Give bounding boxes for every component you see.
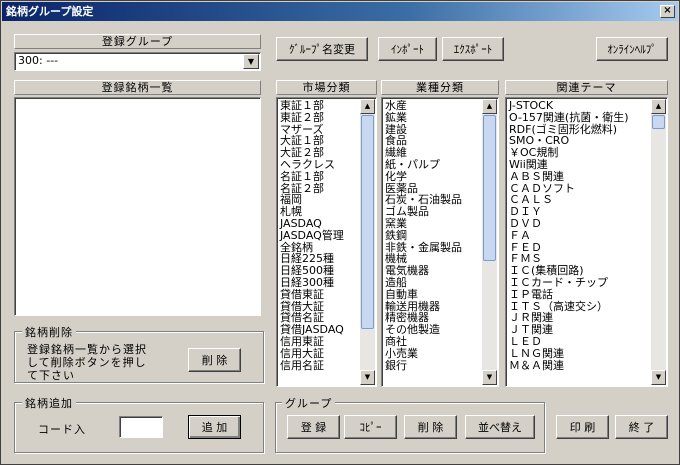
theme-list-item[interactable]: ＦＡ (508, 229, 651, 242)
market-list-item[interactable]: JASDAQ管理 (279, 229, 360, 242)
industry-list-item[interactable]: 紙・パルプ (384, 159, 482, 171)
code-input-label: コード入 (38, 423, 86, 436)
market-list[interactable]: 東証１部 東証２部 マザーズ 大証１部 大証２部 ヘラクレス 名証１部 名証２部 福岡 札幌 JAS… (276, 97, 377, 387)
online-help-button[interactable]: ｵﾝﾗｲﾝﾍﾙﾌﾟ (596, 37, 668, 61)
group-select[interactable]: 300: --- ▼ (14, 52, 261, 71)
close-button[interactable]: × (660, 5, 675, 18)
scroll-thumb[interactable] (361, 115, 374, 329)
market-header: 市場分類 (276, 80, 377, 95)
scroll-up-icon[interactable]: ▲ (651, 99, 666, 114)
market-list-item[interactable]: JASDAQ (279, 218, 360, 230)
market-list-item[interactable]: 信用東証 (279, 336, 360, 348)
registered-stock-list[interactable] (14, 97, 261, 316)
import-button[interactable]: ｲﾝﾎﾟｰﾄ (378, 37, 437, 61)
market-list-item[interactable]: ヘラクレス (279, 159, 360, 171)
group-select-value: 300: --- (18, 54, 59, 67)
theme-list-item[interactable]: O-157関連(抗菌・衛生) (508, 111, 651, 124)
theme-list-item[interactable]: Wii関連 (508, 159, 651, 171)
market-list-items: 東証１部 東証２部 マザーズ 大証１部 大証２部 ヘラクレス 名証１部 名証２部 福岡 札幌 JAS… (279, 100, 360, 384)
scroll-up-icon[interactable]: ▲ (360, 99, 375, 114)
industry-list-item[interactable]: 鉱業 (384, 111, 482, 124)
exit-button[interactable]: 終 了 (615, 415, 668, 439)
add-stock-label: 銘柄追加 (22, 395, 76, 411)
market-list-item[interactable]: 日経300種 (279, 277, 360, 289)
theme-list-item[interactable]: ＡＢＳ関連 (508, 170, 651, 183)
sort-button[interactable]: 並べ替え (465, 415, 535, 439)
registered-group-header: 登録グループ (14, 34, 261, 49)
industry-list-item[interactable]: 商社 (384, 336, 482, 348)
delete-group-button[interactable]: 削 除 (404, 415, 457, 439)
add-stock-button[interactable]: 追 加 (188, 415, 241, 439)
industry-header: 業種分類 (381, 80, 499, 95)
scroll-down-icon[interactable]: ▼ (360, 370, 375, 385)
title-bar: 銘柄グループ設定 × (2, 2, 678, 21)
scroll-up-icon[interactable]: ▲ (482, 99, 497, 114)
theme-list-item[interactable]: ＬＥＤ (508, 336, 651, 348)
delete-stock-button[interactable]: 削 除 (188, 348, 241, 372)
industry-list[interactable]: 水産 鉱業 建設 食品 繊維 紙・パルプ 化学 医薬品 石炭・石油製品 ゴム製品 窯業 鉄鋼 非鉄・金属… (381, 97, 499, 387)
register-button[interactable]: 登 録 (287, 415, 340, 439)
industry-list-item[interactable]: 小売業 (384, 347, 482, 360)
delete-instruction-3: て下さい (27, 369, 75, 382)
market-list-item[interactable]: 名証１部 (279, 170, 360, 183)
theme-list-item[interactable]: ＩＰ電話 (508, 288, 651, 301)
scroll-thumb[interactable] (652, 115, 665, 129)
copy-button[interactable]: ｺﾋﾟｰ (344, 415, 397, 439)
scroll-down-icon[interactable]: ▼ (482, 370, 497, 385)
industry-list-item[interactable]: 化学 (384, 170, 482, 183)
window-title: 銘柄グループ設定 (6, 5, 94, 18)
registered-list-header: 登録銘柄一覧 (14, 80, 261, 95)
industry-list-items: 水産 鉱業 建設 食品 繊維 紙・パルプ 化学 医薬品 石炭・石油製品 ゴム製品 窯業 鉄鋼 非鉄・金属… (384, 100, 482, 384)
industry-list-item[interactable]: 窯業 (384, 218, 482, 230)
industry-list-item[interactable]: 自動車 (384, 288, 482, 301)
industry-list-item[interactable]: 鉄鋼 (384, 229, 482, 242)
theme-list-item[interactable]: ＩＣカード・チップ (508, 277, 651, 289)
market-list-item[interactable]: 信用大証 (279, 347, 360, 360)
export-button[interactable]: ｴｸｽﾎﾟｰﾄ (442, 37, 504, 61)
rename-group-button[interactable]: ｸﾞﾙｰﾌﾟ名変更 (276, 37, 368, 61)
scroll-thumb[interactable] (483, 115, 496, 261)
print-button[interactable]: 印 刷 (556, 415, 609, 439)
market-list-item[interactable]: 東証２部 (279, 111, 360, 124)
code-input[interactable] (119, 416, 163, 438)
market-list-item[interactable]: 貸借東証 (279, 288, 360, 301)
chevron-down-icon[interactable]: ▼ (243, 54, 259, 69)
industry-list-item[interactable]: 造船 (384, 277, 482, 289)
group-settings-window: 銘柄グループ設定 × 登録グループ 300: --- ▼ ｸﾞﾙｰﾌﾟ名変更 ｲ… (0, 0, 680, 465)
theme-header: 関連テーマ (505, 80, 668, 95)
theme-list-items: J-STOCK O-157関連(抗菌・衛生) RDF(ゴミ固形化燃料) SMO・CRO… (508, 100, 651, 384)
market-scrollbar[interactable]: ▲ ▼ (360, 99, 375, 385)
theme-list-item[interactable]: ＤＶＤ (508, 218, 651, 230)
theme-list-item[interactable]: Ｍ＆Ａ関連 (508, 359, 651, 372)
industry-scrollbar[interactable]: ▲ ▼ (482, 99, 497, 385)
delete-stock-label: 銘柄削除 (22, 324, 76, 340)
group-actions-label: グループ (282, 395, 336, 411)
theme-list[interactable]: J-STOCK O-157関連(抗菌・衛生) RDF(ゴミ固形化燃料) SMO・CRO… (505, 97, 668, 387)
theme-scrollbar[interactable]: ▲ ▼ (651, 99, 666, 385)
market-list-item[interactable]: 信用名証 (279, 359, 360, 372)
industry-list-item[interactable]: 銀行 (384, 359, 482, 372)
theme-list-item[interactable]: ＬＮＧ関連 (508, 347, 651, 360)
scroll-down-icon[interactable]: ▼ (651, 370, 666, 385)
